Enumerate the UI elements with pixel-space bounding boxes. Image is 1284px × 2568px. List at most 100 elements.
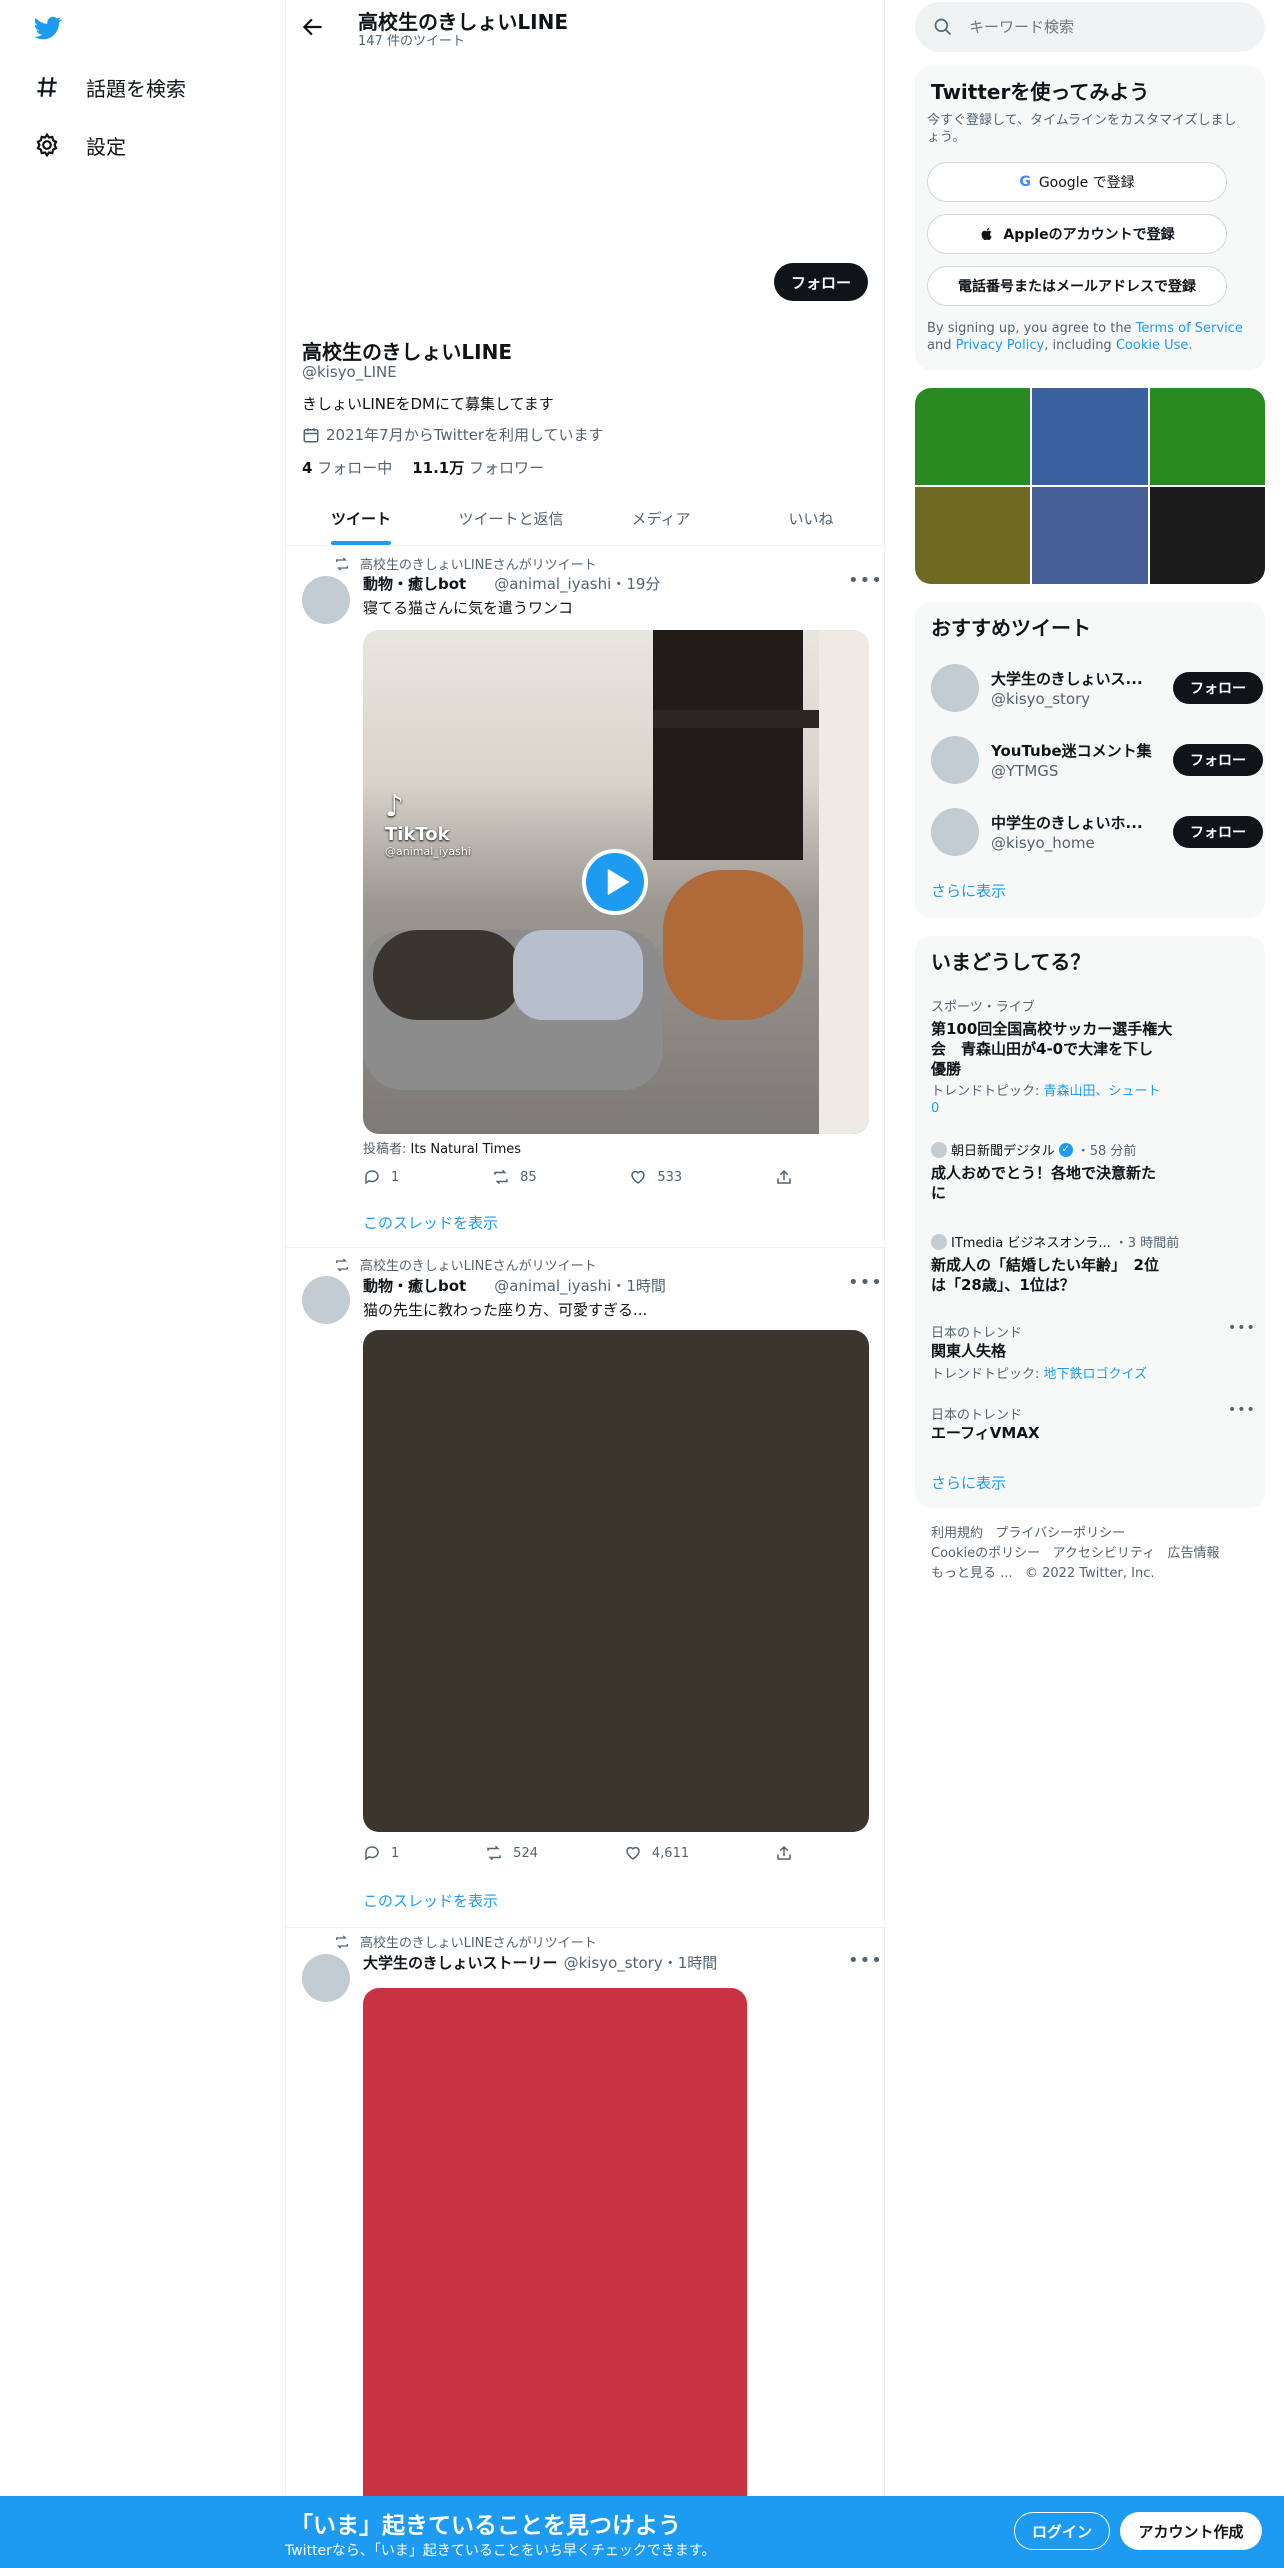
follow-suggestion[interactable]: YouTube迷コメント集 @YTMGS フォロー xyxy=(931,734,1263,784)
follow-suggestion[interactable]: 中学生のきしょいホ... @kisyo_home フォロー xyxy=(931,806,1263,856)
media-thumbnail[interactable] xyxy=(915,487,1031,584)
like-button[interactable]: 4,611 xyxy=(624,1844,689,1862)
trend-item[interactable]: 朝日新聞デジタル ✓ ・58 分前 成人おめでとう！各地で決意新た に xyxy=(931,1140,1251,1203)
media-thumbnail[interactable] xyxy=(1032,388,1148,485)
tab-tweets-replies[interactable]: ツイートと返信 xyxy=(436,494,586,545)
nav-settings[interactable]: 設定 xyxy=(34,116,126,174)
nav-explore[interactable]: 話題を検索 xyxy=(34,58,186,116)
cookie-link[interactable]: Cookie Use. xyxy=(1116,338,1193,353)
more-options-icon[interactable]: ••• xyxy=(848,1272,883,1293)
avatar[interactable] xyxy=(931,736,979,784)
tab-likes[interactable]: いいね xyxy=(736,494,886,545)
trend-topic-link[interactable]: 青森山田、シュート xyxy=(1044,1084,1161,1099)
google-signup-button[interactable]: G Google で登録 xyxy=(927,162,1227,202)
tweet-author-handle[interactable]: @animal_iyashi xyxy=(494,575,611,593)
follow-button[interactable]: フォロー xyxy=(1173,816,1263,848)
media-thumbnail[interactable] xyxy=(1032,487,1148,584)
search-box[interactable] xyxy=(915,2,1265,52)
footer-accessibility[interactable]: アクセシビリティ xyxy=(1053,1546,1156,1561)
avatar[interactable] xyxy=(302,1954,350,2002)
avatar[interactable] xyxy=(302,576,350,624)
terms-link[interactable]: Terms of Service xyxy=(1136,321,1243,336)
trend-item[interactable]: ITmedia ビジネスオンラ... ・3 時間前 新成人の「結婚したい年齢」 … xyxy=(931,1232,1251,1295)
footer-terms[interactable]: 利用規約 xyxy=(931,1526,983,1541)
follow-button[interactable]: フォロー xyxy=(1173,744,1263,776)
trend-title-line: 会 青森山田が4-0で大津を下し xyxy=(931,1040,1154,1058)
tweet-video[interactable] xyxy=(363,1330,869,1832)
share-button[interactable] xyxy=(775,1168,793,1186)
avatar[interactable] xyxy=(931,808,979,856)
tweet-video[interactable]: ♪ TikTok @animal_iyashi xyxy=(363,630,869,1134)
banner-headline: 「いま」起きていることを見つけよう xyxy=(290,2513,681,2539)
phone-signup-button[interactable]: 電話番号またはメールアドレスで登録 xyxy=(927,266,1227,306)
search-input[interactable] xyxy=(969,18,1219,36)
retweet-button[interactable]: 85 xyxy=(492,1168,537,1186)
share-button[interactable] xyxy=(775,1844,793,1862)
trend-item[interactable]: 日本のトレンド 関東人失格 トレンドトピック: 地下鉄ロゴクイズ xyxy=(931,1322,1251,1382)
trend-item[interactable]: 日本のトレンド エーフィVMAX xyxy=(931,1404,1251,1443)
tweet-author-handle[interactable]: @animal_iyashi xyxy=(494,1277,611,1295)
more-options-icon[interactable]: ••• xyxy=(1228,1320,1256,1336)
trend-item[interactable]: スポーツ・ライブ 第100回全国高校サッカー選手権大 会 青森山田が4-0で大津… xyxy=(931,996,1251,1117)
media-thumbnail[interactable] xyxy=(1149,487,1265,584)
trend-meta: 日本のトレンド xyxy=(931,1408,1023,1423)
create-account-button[interactable]: アカウント作成 xyxy=(1120,2512,1262,2550)
apple-signup-button[interactable]: Appleのアカウントで登録 xyxy=(927,214,1227,254)
trend-meta: 日本のトレンド xyxy=(931,1326,1023,1341)
tweet-time[interactable]: 1時間 xyxy=(626,1277,666,1295)
signup-title: Twitterを使ってみよう xyxy=(931,80,1150,104)
play-button-icon[interactable] xyxy=(582,849,648,915)
show-thread-link[interactable]: このスレッドを表示 xyxy=(363,1890,498,1911)
follow-button[interactable]: フォロー xyxy=(1173,672,1263,704)
tweet[interactable]: 高校生のきしょいLINEさんがリツイート 動物・癒しbot @animal_iy… xyxy=(286,1248,886,1928)
back-arrow-icon[interactable] xyxy=(300,14,326,40)
followers-link[interactable]: 11.1万 フォロワー xyxy=(412,457,544,478)
retweet-count: 85 xyxy=(520,1169,537,1185)
show-more-link[interactable]: さらに表示 xyxy=(931,880,1006,901)
like-count: 533 xyxy=(657,1169,683,1185)
reply-button[interactable]: 1 xyxy=(363,1168,399,1186)
tweet[interactable]: 高校生のきしょいLINEさんがリツイート 大学生のきしょいストーリー @kisy… xyxy=(286,1928,886,2496)
video-source-name[interactable]: Its Natural Times xyxy=(411,1142,522,1157)
retweet-text: 高校生のきしょいLINEさんがリツイート xyxy=(360,558,597,573)
retweet-button[interactable]: 524 xyxy=(485,1844,538,1862)
reply-count: 1 xyxy=(391,1845,400,1861)
tweet[interactable]: 高校生のきしょいLINEさんがリツイート 動物・癒しbot @animal_iy… xyxy=(286,546,886,1248)
tweet-author-name[interactable]: 動物・癒しbot xyxy=(363,573,466,594)
like-button[interactable]: 533 xyxy=(629,1168,682,1186)
privacy-link[interactable]: Privacy Policy xyxy=(956,338,1045,353)
footer-ads[interactable]: 広告情報 xyxy=(1168,1546,1220,1561)
more-options-icon[interactable]: ••• xyxy=(848,570,883,591)
tweet-author-handle[interactable]: @kisyo_story xyxy=(564,1954,663,1972)
trend-topic-link[interactable]: 地下鉄ロゴクイズ xyxy=(1044,1367,1148,1382)
media-thumbnail[interactable] xyxy=(915,388,1031,485)
tweet-author-name[interactable]: 大学生のきしょいストーリー xyxy=(363,1952,558,1973)
more-options-icon[interactable]: ••• xyxy=(848,1950,883,1971)
media-thumbnail[interactable] xyxy=(1149,388,1265,485)
tab-media[interactable]: メディア xyxy=(586,494,736,545)
following-link[interactable]: 4 フォロー中 xyxy=(302,457,392,478)
footer-more[interactable]: もっと見る ... xyxy=(931,1566,1013,1581)
tweet-video[interactable] xyxy=(363,1988,747,2496)
phone-signup-label: 電話番号またはメールアドレスで登録 xyxy=(958,279,1196,295)
reply-button[interactable]: 1 xyxy=(363,1844,399,1862)
follow-suggestion[interactable]: 大学生のきしょいス... @kisyo_story フォロー xyxy=(931,662,1263,712)
follow-button[interactable]: フォロー xyxy=(774,263,868,301)
twitter-logo-icon[interactable] xyxy=(32,14,64,42)
tweet-time[interactable]: 1時間 xyxy=(678,1954,718,1972)
tweet-time[interactable]: 19分 xyxy=(626,575,660,593)
show-more-link[interactable]: さらに表示 xyxy=(931,1472,1006,1493)
apple-signup-label: Appleのアカウントで登録 xyxy=(1003,227,1175,243)
avatar[interactable] xyxy=(931,664,979,712)
avatar[interactable] xyxy=(302,1276,350,1324)
tweet-header: 動物・癒しbot @animal_iyashi・1時間 xyxy=(363,1275,666,1296)
tweet-author-name[interactable]: 動物・癒しbot xyxy=(363,1275,466,1296)
footer-cookie[interactable]: Cookieのポリシー xyxy=(931,1546,1040,1561)
show-thread-link[interactable]: このスレッドを表示 xyxy=(363,1212,498,1233)
more-options-icon[interactable]: ••• xyxy=(1228,1402,1256,1418)
tiktok-handle: @animal_iyashi xyxy=(385,845,471,858)
trend-topic-link-cont[interactable]: 0 xyxy=(931,1101,939,1116)
tab-tweets[interactable]: ツイート xyxy=(286,494,436,545)
login-button[interactable]: ログイン xyxy=(1014,2512,1110,2550)
footer-privacy[interactable]: プライバシーポリシー xyxy=(995,1526,1125,1541)
